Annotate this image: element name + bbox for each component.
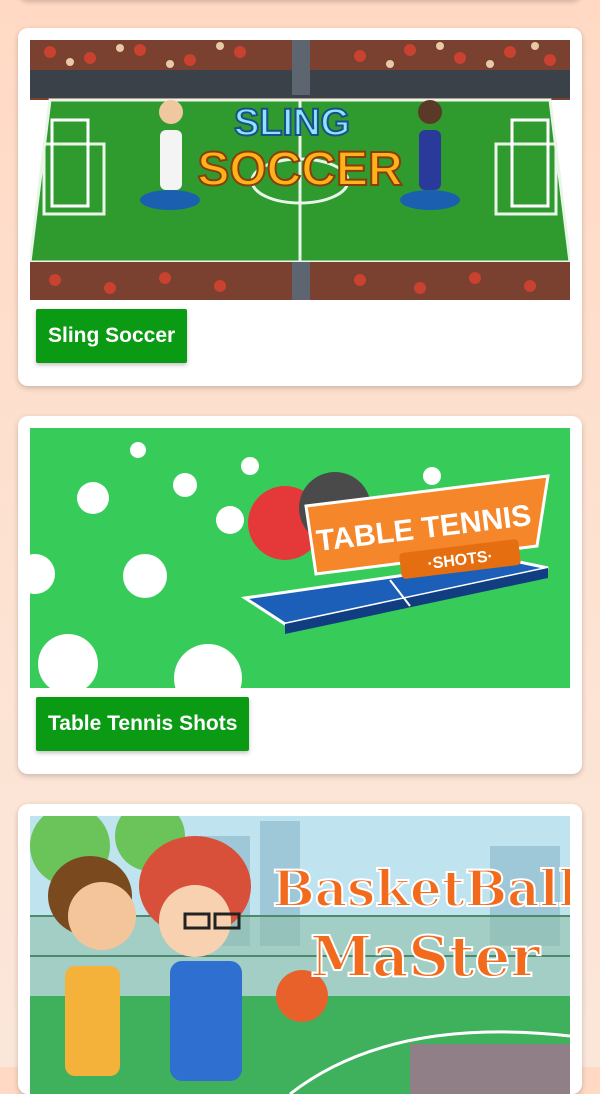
sling-soccer-title-line1: SLING [234, 102, 350, 144]
basketball-title-line1: BasketBall [272, 859, 570, 918]
basketball-master-thumbnail[interactable]: BasketBall MaSter [30, 816, 570, 1094]
sling-soccer-title-line2: SOCCER [197, 143, 402, 196]
game-card-basketball-master[interactable]: BasketBall MaSter [18, 804, 582, 1094]
basketball-title-line2: MaSter [310, 924, 541, 990]
game-card-sling-soccer[interactable]: SLING SOCCER Sling Soccer [18, 28, 582, 386]
sling-soccer-thumbnail[interactable]: SLING SOCCER [30, 40, 570, 300]
table-tennis-shots-button[interactable]: Table Tennis Shots [36, 697, 250, 751]
game-card-table-tennis-shots[interactable]: TABLE TENNIS ·SHOTS· Table Tennis Shots [18, 416, 582, 774]
table-tennis-shots-thumbnail[interactable]: TABLE TENNIS ·SHOTS· [30, 428, 570, 688]
sling-soccer-button[interactable]: Sling Soccer [36, 309, 188, 363]
